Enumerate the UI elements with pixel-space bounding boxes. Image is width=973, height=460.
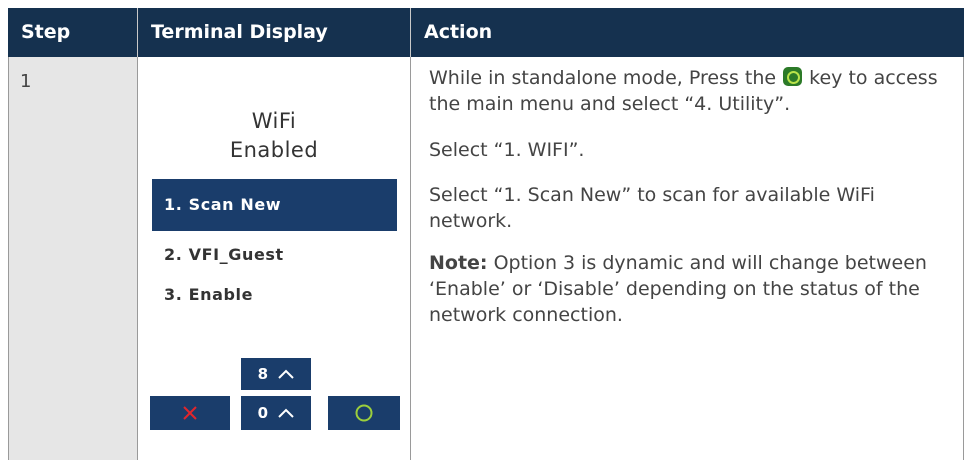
step-cell: 1	[8, 57, 137, 460]
action-step-3: Select “1. Scan New” to scan for availab…	[429, 184, 875, 232]
key-0-label: 0	[257, 404, 269, 422]
circle-icon	[355, 404, 373, 422]
action-note: Note: Option 3 is dynamic and will chang…	[429, 250, 959, 328]
key-0-up: 0	[241, 396, 311, 430]
terminal-display-cell: WiFi Enabled 1. Scan New 2. VFI_Guest 3.…	[137, 57, 410, 460]
action-step-1-before: While in standalone mode, Press the	[429, 67, 777, 89]
step-number: 1	[20, 71, 32, 92]
header-action: Action	[410, 8, 964, 57]
terminal-title-line2: Enabled	[229, 138, 319, 162]
cancel-key	[150, 396, 230, 430]
action-step-1: While in standalone mode, Press the key …	[429, 65, 959, 117]
key-8-label: 8	[257, 365, 269, 383]
chevron-up-icon	[278, 408, 295, 418]
enter-key	[328, 396, 400, 430]
close-icon	[183, 406, 197, 420]
terminal-title-line1: WiFi	[251, 109, 297, 133]
instruction-table: Step Terminal Display Action 1 WiFi Enab…	[8, 8, 964, 460]
key-8-up: 8	[241, 358, 311, 390]
menu-item-vfi-guest: 2. VFI_Guest	[164, 245, 284, 264]
chevron-up-icon	[278, 369, 295, 379]
menu-item-enable: 3. Enable	[164, 285, 254, 304]
note-text: Option 3 is dynamic and will change betw…	[429, 252, 927, 326]
note-label: Note:	[429, 252, 488, 274]
menu-item-scan-new: 1. Scan New	[152, 179, 397, 231]
table-header: Step Terminal Display Action	[8, 8, 964, 57]
action-cell: While in standalone mode, Press the key …	[410, 57, 964, 460]
header-step: Step	[21, 21, 71, 43]
header-terminal-display: Terminal Display	[137, 8, 410, 57]
green-enter-key-icon	[783, 67, 803, 86]
action-step-2: Select “1. WIFI”.	[429, 139, 585, 161]
